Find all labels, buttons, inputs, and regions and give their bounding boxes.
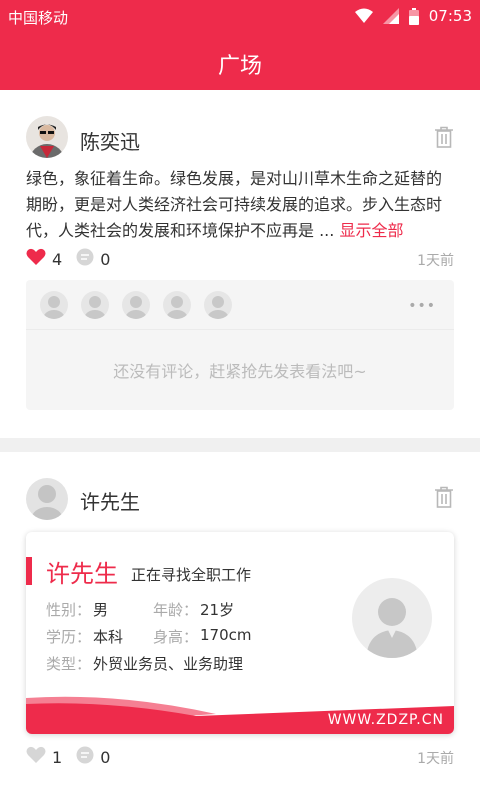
comment-section: ••• 还没有评论，赶紧抢先发表看法吧~	[26, 280, 454, 410]
comment-count: 0	[100, 747, 111, 767]
comment-icon[interactable]	[76, 746, 94, 768]
heart-icon[interactable]	[26, 746, 46, 768]
accent-bar	[26, 557, 32, 585]
education-label: 学历：	[46, 628, 92, 646]
liker-avatar[interactable]	[81, 291, 109, 319]
height-label: 身高：	[153, 628, 199, 646]
show-all-link[interactable]: 显示全部	[339, 221, 403, 240]
gender-value: 男	[93, 601, 109, 619]
gender-label: 性别：	[46, 601, 92, 619]
status-bar: 中国移动 07:53	[0, 0, 480, 34]
age-value: 21岁	[200, 601, 235, 619]
site-url[interactable]: WWW.ZDZP.CN	[328, 712, 444, 728]
clock: 07:53	[428, 7, 472, 25]
wifi-icon	[354, 8, 373, 24]
avatar[interactable]	[26, 116, 68, 158]
comment-count: 0	[100, 249, 111, 269]
liker-row: •••	[26, 280, 454, 330]
avatar[interactable]	[26, 478, 68, 520]
liker-avatar[interactable]	[40, 291, 68, 319]
more-icon[interactable]: •••	[408, 298, 436, 314]
trash-icon[interactable]	[434, 126, 454, 148]
post-card[interactable]: 陈奕迅 绿色，象征着生命。绿色发展，是对山川草木生命之延替的期盼，更是对人类经济…	[0, 90, 480, 438]
username[interactable]: 陈奕迅	[80, 126, 140, 155]
job-type-value: 外贸业务员、业务助理	[93, 655, 244, 673]
heart-icon[interactable]	[26, 248, 46, 270]
post-card[interactable]: 许先生 许先生 正在寻找全职工作 性别： 男 年龄： 21岁 学历： 本科 身高…	[0, 452, 480, 800]
page-title: 广场	[217, 54, 262, 79]
age-label: 年龄：	[153, 601, 199, 619]
height-value: 170cm	[200, 626, 252, 644]
post-stats: 4 0	[26, 248, 124, 270]
battery-icon	[408, 7, 419, 25]
liker-avatar[interactable]	[163, 291, 191, 319]
like-count: 1	[52, 747, 63, 767]
username[interactable]: 许先生	[80, 486, 140, 515]
post-text: 绿色，象征着生命。绿色发展，是对山川草木生命之延替的期盼，更是对人类经济社会可持…	[26, 166, 456, 244]
app-bar: 广场	[0, 34, 480, 90]
avatar-placeholder-icon	[352, 578, 432, 658]
post-time: 1天前	[417, 751, 454, 767]
signal-icon	[382, 8, 399, 24]
post-stats: 1 0	[26, 746, 124, 768]
resume-name: 许先生	[46, 560, 118, 588]
empty-comments-text: 还没有评论，赶紧抢先发表看法吧~	[113, 362, 367, 381]
liker-avatar[interactable]	[204, 291, 232, 319]
like-count: 4	[52, 249, 63, 269]
carrier-name: 中国移动	[8, 9, 69, 27]
post-time: 1天前	[417, 253, 454, 269]
job-status: 正在寻找全职工作	[131, 566, 252, 584]
job-type-label: 类型：	[46, 655, 92, 673]
resume-card[interactable]: 许先生 正在寻找全职工作 性别： 男 年龄： 21岁 学历： 本科 身高： 17…	[26, 532, 454, 734]
trash-icon[interactable]	[434, 486, 454, 508]
comment-icon[interactable]	[76, 248, 94, 270]
liker-avatar[interactable]	[122, 291, 150, 319]
education-value: 本科	[93, 628, 124, 646]
